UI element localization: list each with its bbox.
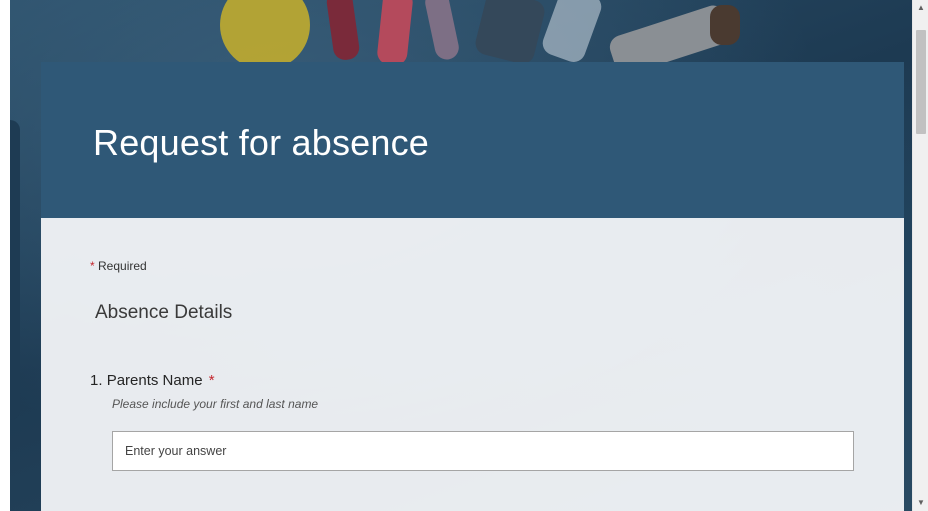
required-note: * Required <box>90 259 147 273</box>
required-asterisk: * <box>90 259 95 273</box>
form-title: Request for absence <box>93 122 430 163</box>
page-margin <box>0 0 10 511</box>
question-label: 1. Parents Name * <box>90 372 215 389</box>
form-body: * Required Absence Details 1. Parents Na… <box>41 218 904 511</box>
question-required-asterisk: * <box>208 372 215 389</box>
required-label: Required <box>98 259 147 273</box>
question-number: 1. <box>90 372 103 389</box>
arrow-down-icon[interactable]: ▼ <box>913 495 928 511</box>
question-text: Parents Name <box>106 372 203 389</box>
parents-name-input[interactable] <box>112 431 854 471</box>
question-hint: Please include your first and last name <box>112 397 319 411</box>
form-header: Request for absence <box>41 62 904 218</box>
scrollbar-thumb[interactable] <box>916 30 926 134</box>
arrow-up-icon[interactable]: ▲ <box>913 0 928 16</box>
form-card: Request for absence * Required Absence D… <box>41 62 904 511</box>
section-title: Absence Details <box>95 302 233 323</box>
vertical-scrollbar[interactable]: ▲ ▼ <box>912 0 928 511</box>
